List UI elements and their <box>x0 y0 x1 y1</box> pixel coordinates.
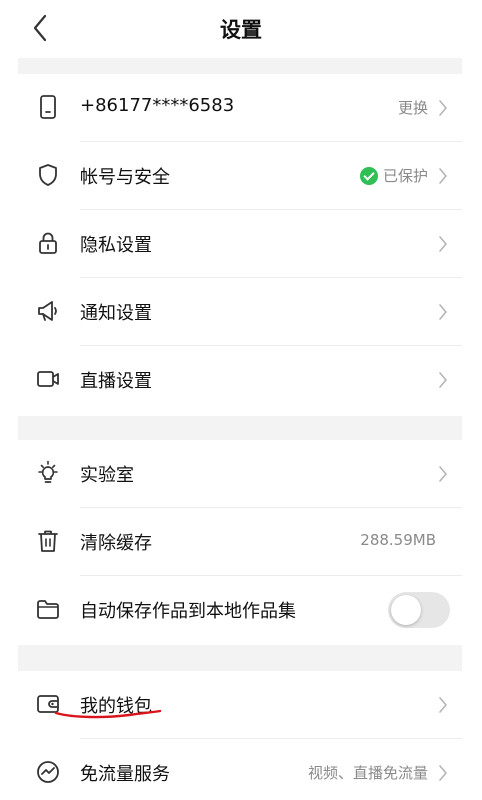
chevron-right-icon <box>439 697 447 713</box>
data-free-service-detail: 视频、直播免流量 <box>307 764 428 782</box>
settings-row-account-security[interactable]: 帐号与安全 已保护 <box>18 142 462 210</box>
megaphone-icon <box>35 298 61 324</box>
privacy-settings-label: 隐私设置 <box>80 235 152 256</box>
settings-row-phone[interactable]: +86177****6583 更换 <box>18 74 462 142</box>
phone-icon <box>35 94 61 120</box>
page-title: 设置 <box>220 18 262 42</box>
trash-icon <box>35 528 61 554</box>
video-camera-icon <box>35 366 61 392</box>
red-underline-annotation <box>54 709 162 719</box>
top-navigation-bar: 设置 <box>0 0 482 58</box>
settings-row-clear-cache[interactable]: 清除缓存 288.59MB <box>18 508 462 576</box>
clear-cache-label: 清除缓存 <box>80 533 152 554</box>
settings-row-lab[interactable]: 实验室 <box>18 440 462 508</box>
change-phone-text: 更换 <box>397 99 428 117</box>
chevron-right-icon <box>439 168 447 184</box>
shield-icon <box>35 162 61 188</box>
auto-save-label: 自动保存作品到本地作品集 <box>80 601 296 622</box>
phone-number-label: +86177****6583 <box>80 95 235 116</box>
notification-settings-label: 通知设置 <box>80 303 152 324</box>
lab-label: 实验室 <box>80 465 134 486</box>
chevron-right-icon <box>439 236 447 252</box>
check-circle-icon <box>359 166 378 185</box>
lightbulb-icon <box>35 460 61 486</box>
chevron-right-icon <box>439 100 447 116</box>
auto-save-toggle[interactable] <box>388 592 450 628</box>
account-security-label: 帐号与安全 <box>80 167 170 188</box>
chevron-right-icon <box>439 372 447 388</box>
chevron-right-icon <box>439 466 447 482</box>
section-gap <box>18 645 462 671</box>
trend-icon <box>35 759 61 785</box>
protection-status-text: 已保护 <box>382 167 428 185</box>
folder-icon <box>35 596 61 622</box>
chevron-right-icon <box>439 304 447 320</box>
settings-row-live[interactable]: 直播设置 <box>18 346 462 414</box>
toggle-knob <box>391 595 421 625</box>
section-gap <box>18 416 462 440</box>
cache-size-value: 288.59MB <box>360 531 436 549</box>
settings-row-privacy[interactable]: 隐私设置 <box>18 210 462 278</box>
settings-row-wallet[interactable]: 我的钱包 <box>18 671 462 739</box>
live-settings-label: 直播设置 <box>80 371 152 392</box>
protection-status: 已保护 <box>359 165 428 186</box>
section-gap <box>18 58 462 74</box>
settings-row-notifications[interactable]: 通知设置 <box>18 278 462 346</box>
lock-icon <box>35 230 61 256</box>
chevron-right-icon <box>439 765 447 781</box>
settings-row-auto-save: 自动保存作品到本地作品集 <box>18 576 462 644</box>
settings-row-data-free[interactable]: 免流量服务 视频、直播免流量 <box>18 739 462 800</box>
data-free-service-label: 免流量服务 <box>80 764 170 785</box>
